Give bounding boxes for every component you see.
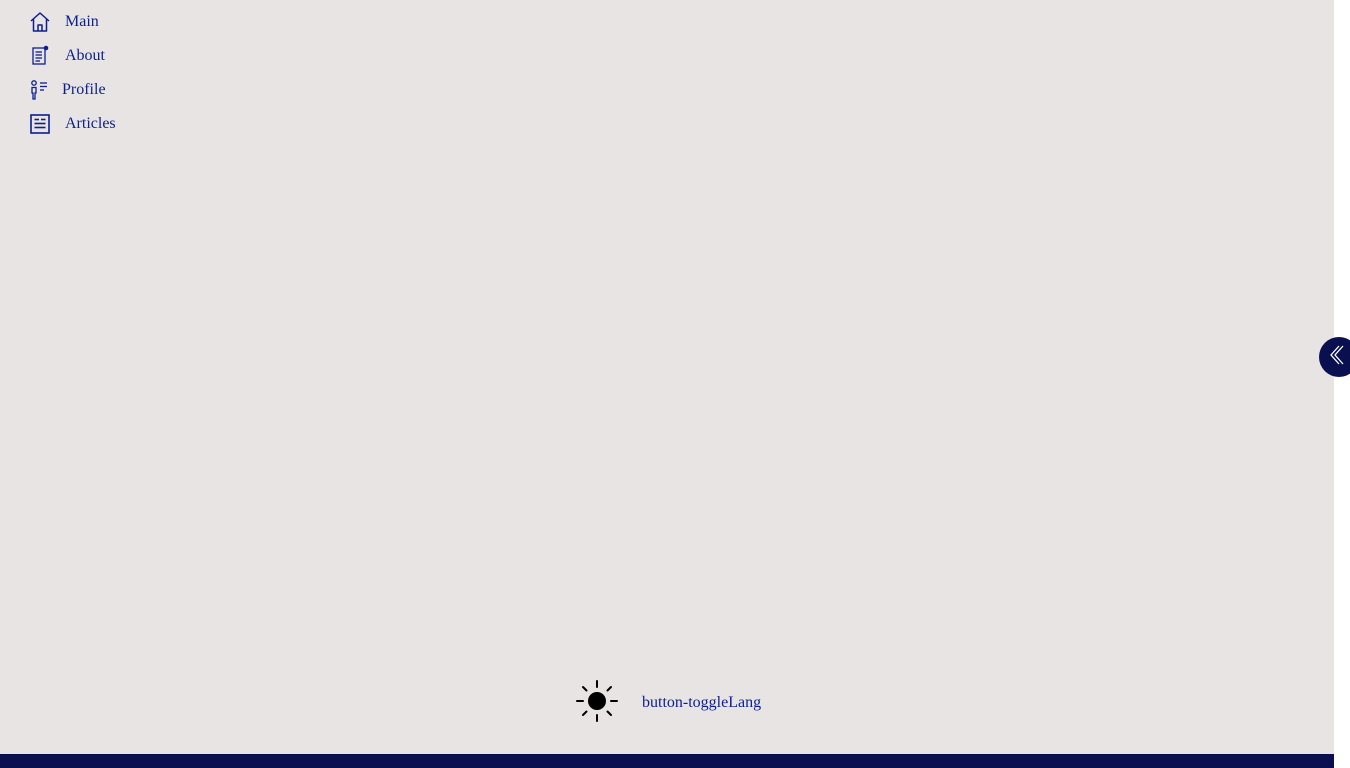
sidebar-item-main[interactable]: Main <box>28 10 116 34</box>
sidebar-nav: Main About Profile Articles <box>28 10 116 146</box>
theme-toggle-button[interactable] <box>574 678 620 729</box>
profile-icon <box>28 78 52 102</box>
sidebar-footer: button-toggleLang <box>574 678 761 729</box>
sidebar-item-profile[interactable]: Profile <box>28 78 116 102</box>
sidebar-item-label: Profile <box>62 81 106 98</box>
sidebar-item-articles[interactable]: Articles <box>28 112 116 136</box>
sun-icon <box>574 678 620 729</box>
sidebar-item-about[interactable]: About <box>28 44 116 68</box>
document-icon <box>28 44 52 68</box>
bottom-bar <box>0 754 1334 768</box>
toggle-lang-button[interactable]: button-toggleLang <box>642 694 761 712</box>
sidebar-item-label: Main <box>65 13 99 30</box>
articles-icon <box>28 112 52 136</box>
sidebar-item-label: About <box>65 47 105 64</box>
sidebar: Main About Profile Articles button-toggl… <box>0 0 1334 754</box>
sidebar-item-label: Articles <box>65 115 116 132</box>
chevron-left-icon <box>1319 345 1345 370</box>
home-icon <box>28 10 52 34</box>
